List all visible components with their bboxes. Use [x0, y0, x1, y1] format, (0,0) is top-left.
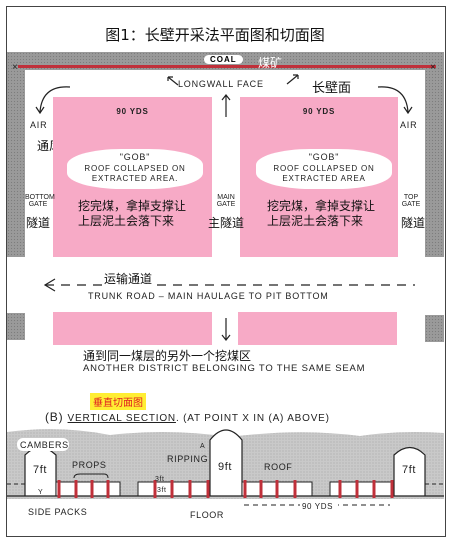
section-width-label: 90 YDS [302, 502, 333, 511]
mark-y: Y [38, 489, 43, 496]
seam-mid-left [137, 481, 211, 497]
cambers-label: CAMBERS [20, 440, 69, 450]
seam-height-a: 3ft [155, 476, 165, 483]
vertical-section: CAMBERS 7ft PROPS RIPPING A 9ft ROOF 7ft… [7, 429, 444, 520]
roof-label: ROOF [264, 462, 292, 472]
seam-left [55, 481, 121, 497]
height-right: 7ft [402, 464, 416, 476]
ripping-label: RIPPING [167, 454, 208, 464]
seam-height-b: 3ft [157, 487, 167, 494]
height-main: 9ft [218, 461, 232, 473]
height-left: 7ft [33, 464, 47, 476]
props-label: PROPS [72, 460, 107, 470]
side-packs-label: SIDE PACKS [28, 507, 87, 517]
floor-label: FLOOR [190, 510, 224, 520]
mark-a: A [200, 443, 205, 450]
